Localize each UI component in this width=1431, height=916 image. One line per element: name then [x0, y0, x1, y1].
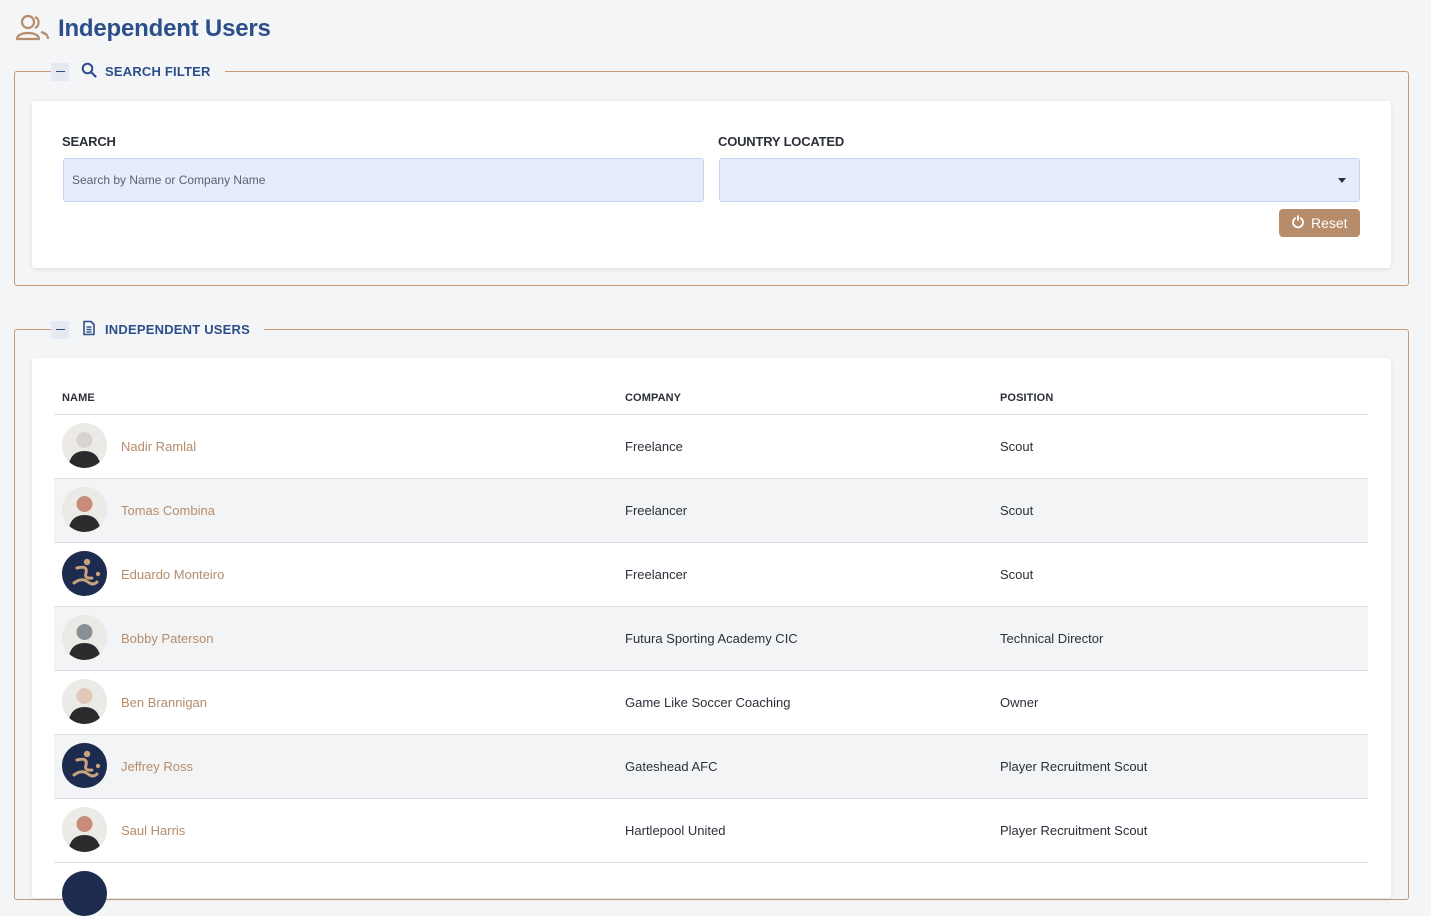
user-name-link[interactable]: Eduardo Monteiro — [121, 567, 224, 582]
search-input[interactable] — [63, 158, 704, 202]
search-label: SEARCH — [62, 134, 116, 149]
avatar[interactable] — [62, 679, 107, 724]
users-icon — [14, 13, 50, 46]
column-header-name: NAME — [62, 392, 95, 404]
user-name-link[interactable]: Tomas Combina — [121, 503, 215, 518]
search-filter-legend-text: SEARCH FILTER — [105, 64, 211, 79]
avatar[interactable] — [62, 807, 107, 852]
user-position: Technical Director — [1000, 631, 1104, 646]
avatar[interactable] — [62, 487, 107, 532]
user-company: Freelancer — [625, 503, 688, 518]
user-position: Scout — [1000, 567, 1034, 582]
search-filter-legend: SEARCH FILTER — [51, 62, 225, 81]
page-header: Independent Users — [14, 14, 271, 44]
table-row[interactable]: Jeffrey Ross Gateshead AFC Player Recruitm… — [54, 734, 1368, 798]
column-header-company: COMPANY — [625, 392, 682, 404]
document-icon — [81, 320, 97, 339]
chevron-down-icon[interactable] — [1338, 178, 1346, 183]
user-company: Freelance — [625, 439, 683, 454]
search-filter-card: SEARCH COUNTRY LOCATED Reset — [32, 101, 1391, 268]
user-company: Gateshead AFC — [625, 759, 718, 774]
table-row[interactable]: Tomas Combina Freelancer Scout — [54, 478, 1368, 542]
user-company: Freelancer — [625, 567, 688, 582]
user-company: Hartlepool United — [625, 823, 726, 838]
collapse-independent-users-button[interactable] — [51, 320, 69, 339]
independent-users-card: NAME COMPANY POSITION Nadir Ramlal Freela… — [32, 358, 1391, 916]
user-position: Player Recruitment Scout — [1000, 823, 1148, 838]
user-name-link[interactable]: Jeffrey Ross — [121, 759, 193, 774]
table-row[interactable]: Eduardo Monteiro Freelancer Scout — [54, 542, 1368, 606]
column-header-position: POSITION — [1000, 392, 1054, 404]
table-row[interactable]: Ben Brannigan Game Like Soccer Coaching Ow… — [54, 670, 1368, 734]
reset-button[interactable]: Reset — [1279, 209, 1360, 237]
user-position: Player Recruitment Scout — [1000, 759, 1148, 774]
user-position: Scout — [1000, 503, 1034, 518]
table-row[interactable] — [54, 862, 1368, 916]
independent-users-legend-text: INDEPENDENT USERS — [105, 322, 250, 337]
table-row[interactable]: Nadir Ramlal Freelance Scout — [54, 414, 1368, 478]
user-company: Futura Sporting Academy CIC — [625, 631, 798, 646]
user-position: Scout — [1000, 439, 1034, 454]
avatar[interactable] — [62, 743, 107, 788]
reset-icon — [1291, 214, 1305, 232]
table-row[interactable]: Saul Harris Hartlepool United Player Recru… — [54, 798, 1368, 862]
avatar[interactable] — [62, 871, 107, 916]
page-title: Independent Users — [58, 15, 271, 42]
user-position: Owner — [1000, 695, 1039, 710]
user-name-link[interactable]: Saul Harris — [121, 823, 185, 838]
country-located-label: COUNTRY LOCATED — [718, 134, 845, 149]
independent-users-legend: INDEPENDENT USERS — [51, 320, 264, 339]
avatar[interactable] — [62, 423, 107, 468]
user-company: Game Like Soccer Coaching — [625, 695, 791, 710]
table-row[interactable]: Bobby Paterson Futura Sporting Academy CI… — [54, 606, 1368, 670]
user-name-link[interactable]: Ben Brannigan — [121, 695, 207, 710]
user-name-link[interactable]: Nadir Ramlal — [121, 439, 196, 454]
country-select[interactable] — [719, 158, 1360, 202]
avatar[interactable] — [62, 615, 107, 660]
avatar[interactable] — [62, 551, 107, 596]
collapse-search-filter-button[interactable] — [51, 62, 69, 81]
user-name-link[interactable]: Bobby Paterson — [121, 631, 214, 646]
reset-button-label: Reset — [1311, 215, 1348, 231]
search-icon — [81, 62, 97, 81]
